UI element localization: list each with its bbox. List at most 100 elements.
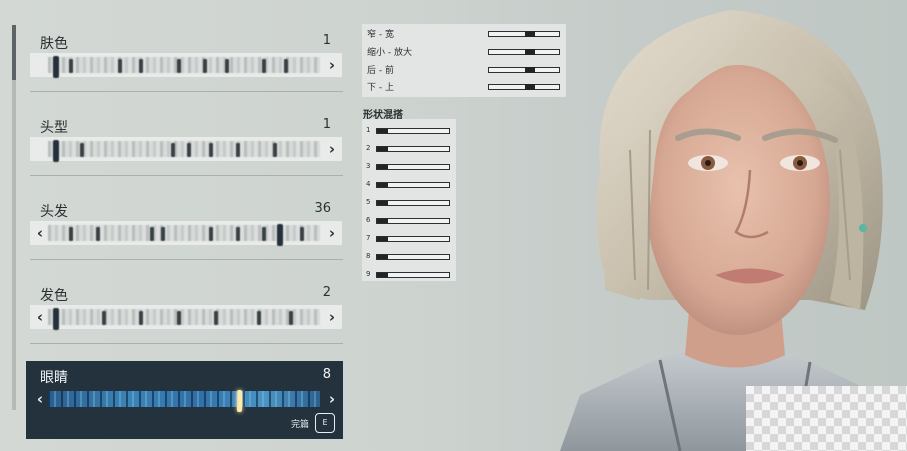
shape-fill [377,273,388,277]
adjust-track[interactable] [488,31,560,37]
adjust-track[interactable] [488,84,560,90]
shape-row[interactable]: 7 [365,230,453,248]
swatch-tick [262,227,266,241]
swatch-tick [284,59,288,73]
shape-row[interactable]: 8 [365,248,453,266]
shape-index: 4 [366,180,371,188]
swatch-strip [48,308,320,330]
option-selector[interactable]: › [30,137,342,162]
option-selector[interactable]: ‹ › [30,305,342,330]
confirm-label: 完篇 [290,419,309,430]
current-selection-marker [53,56,59,78]
swatch-tick [209,227,213,241]
scrollbar-track[interactable] [12,25,16,410]
shape-fill [377,201,388,205]
divider [30,175,343,176]
shape-index: 2 [366,144,371,152]
key-e-icon[interactable]: E [315,413,335,433]
option-hair-color[interactable]: 发色 2 ‹ › [26,279,343,357]
option-selector[interactable]: ‹ › [30,221,342,246]
chevron-left-icon[interactable]: ‹ [32,223,48,243]
current-selection-marker [277,224,283,246]
adjust-row[interactable]: 后 - 前 [366,62,562,80]
swatch-tick [139,311,143,325]
shape-row[interactable]: 1 [365,122,453,140]
adjust-track[interactable] [488,67,560,73]
chevron-right-icon[interactable]: › [324,223,340,243]
option-selector[interactable]: › [30,53,342,78]
shape-fill [377,165,388,169]
shape-track[interactable] [376,272,450,278]
option-value: 1 [322,33,331,48]
shape-index: 9 [366,270,371,278]
chevron-right-icon[interactable]: › [324,55,340,75]
adjust-row[interactable]: 窄 - 宽 [366,26,562,44]
shape-fill [377,255,388,259]
swatch-tick [177,311,181,325]
swatch-strip [48,56,320,78]
swatch-strip [48,224,320,246]
swatch-tick [236,227,240,241]
shape-track[interactable] [376,128,450,134]
adjust-knob[interactable] [525,67,535,73]
shape-track[interactable] [376,254,450,260]
shape-fill [377,147,388,151]
chevron-left-icon[interactable]: ‹ [32,389,48,409]
swatch-pattern [48,391,320,407]
current-selection-marker [53,140,59,162]
shape-row[interactable]: 2 [365,140,453,158]
adjust-row[interactable]: 下 - 上 [366,79,562,97]
current-selection-marker [53,308,59,330]
character-portrait [560,0,907,451]
adjust-knob[interactable] [525,84,535,90]
shape-fill [377,129,388,133]
shape-index: 1 [366,126,371,134]
shape-track[interactable] [376,236,450,242]
shape-index: 8 [366,252,371,260]
adjust-track[interactable] [488,49,560,55]
shape-blend-panel: 1 2 3 4 5 6 7 8 9 [362,119,456,281]
option-value: 36 [314,201,331,216]
swatch-tick [150,227,154,241]
adjust-label: 下 - 上 [367,83,394,93]
shape-fill [377,219,388,223]
swatch-tick [69,59,73,73]
shape-row[interactable]: 4 [365,176,453,194]
shape-track[interactable] [376,200,450,206]
swatch-tick [257,311,261,325]
shape-track[interactable] [376,182,450,188]
swatch-strip [48,140,320,162]
adjust-knob[interactable] [525,31,535,37]
swatch-tick [80,143,84,157]
option-eyes[interactable]: 眼睛 8 ‹ › 完篇 E [26,361,343,439]
shape-row[interactable]: 5 [365,194,453,212]
chevron-right-icon[interactable]: › [324,139,340,159]
swatch-tick [262,59,266,73]
adjust-knob[interactable] [525,49,535,55]
chevron-right-icon[interactable]: › [324,307,340,327]
scrollbar-thumb[interactable] [12,25,16,80]
shape-row[interactable]: 3 [365,158,453,176]
swatch-tick [214,311,218,325]
swatch-tick [171,143,175,157]
divider [30,259,343,260]
confirm-prompt[interactable]: 完篇 E [291,413,335,433]
chevron-right-icon[interactable]: › [324,389,340,409]
option-skin-tone[interactable]: 肤色 1 › [26,27,343,105]
shape-index: 7 [366,234,371,242]
option-head-type[interactable]: 头型 1 › [26,111,343,189]
shape-track[interactable] [376,146,450,152]
swatch-tick [118,59,122,73]
option-selector[interactable]: ‹ › [30,387,342,412]
shape-row[interactable]: 9 [365,266,453,284]
shape-track[interactable] [376,218,450,224]
adjust-row[interactable]: 缩小 - 放大 [366,44,562,62]
option-hair[interactable]: 头发 36 ‹ › [26,195,343,273]
shape-fill [377,183,388,187]
adjust-label: 缩小 - 放大 [367,48,412,58]
option-label: 眼睛 [40,370,68,386]
shape-track[interactable] [376,164,450,170]
divider [30,343,343,344]
chevron-left-icon[interactable]: ‹ [32,307,48,327]
shape-row[interactable]: 6 [365,212,453,230]
